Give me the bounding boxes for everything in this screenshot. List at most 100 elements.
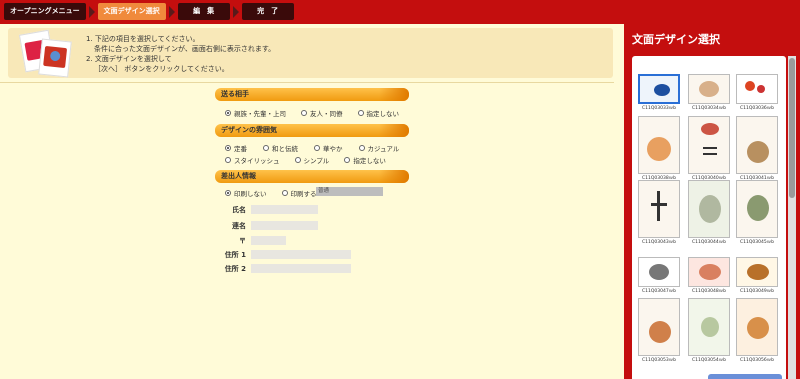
design-code: C11Q03033ｗb xyxy=(641,106,677,111)
divider xyxy=(0,82,614,83)
design-image xyxy=(638,116,680,174)
design-image xyxy=(688,116,730,174)
design-image xyxy=(736,74,778,104)
design-code: C11Q03053ｗb xyxy=(641,358,677,363)
radio-atmosphere-standard[interactable]: 定番 xyxy=(225,143,247,153)
radio-label: 華やか xyxy=(323,145,343,153)
instruction-line: ［次へ］ ボタンをクリックしてください。 xyxy=(94,65,229,73)
step-arrow xyxy=(232,5,239,18)
postcard-illustration xyxy=(18,29,72,78)
design-image xyxy=(736,116,778,174)
design-thumbnail[interactable]: C11Q03040ｗb xyxy=(688,116,730,181)
radio-dot xyxy=(358,145,365,151)
design-thumbnail[interactable]: C11Q03054ｗb xyxy=(688,298,730,363)
radio-atmosphere-japanese[interactable]: 和と伝統 xyxy=(263,143,298,153)
radio-atmosphere-gorgeous[interactable]: 華やか xyxy=(314,143,343,153)
radio-dot xyxy=(314,145,320,151)
radio-dot xyxy=(225,145,231,151)
design-image xyxy=(688,74,730,104)
radio-dot xyxy=(357,110,364,116)
panel-title: 文面デザイン選択 xyxy=(632,33,720,46)
design-thumbnail[interactable]: C11Q03056ｗb xyxy=(736,298,778,363)
radio-label: 指定しない xyxy=(353,157,386,165)
radio-recipient-unspecified[interactable]: 指定しない xyxy=(357,108,400,118)
address2-field[interactable] xyxy=(251,264,351,273)
radio-atmosphere-stylish[interactable]: スタイリッシュ xyxy=(225,155,280,165)
step-opening-menu[interactable]: オープニングメニュー xyxy=(4,3,86,20)
joint-name-field[interactable] xyxy=(251,221,318,230)
instruction-line: 2. 文面デザインを選択して xyxy=(86,55,172,63)
design-image xyxy=(736,298,778,356)
address1-label: 住所 1 xyxy=(224,251,246,259)
instruction-text: 1. 下記の項目を選択してください。 条件に合った文面デザインが、画面右側に表示… xyxy=(86,34,275,74)
radio-atmosphere-casual[interactable]: カジュアル xyxy=(358,143,400,153)
radio-dot xyxy=(294,157,301,163)
design-thumbnail[interactable]: C11Q03036ｗb xyxy=(736,60,778,111)
design-panel: 文面デザイン選択 C11Q03033ｗb C11Q03034ｗb C11Q030… xyxy=(624,24,800,379)
radio-label: 指定しない xyxy=(366,110,400,118)
design-code: C11Q03056ｗb xyxy=(739,358,775,363)
design-thumbnail[interactable]: C11Q03047ｗb xyxy=(638,243,680,294)
radio-dot xyxy=(301,110,307,116)
radio-dot xyxy=(263,145,269,151)
radio-recipient-relatives[interactable]: 親族・先輩・上司 xyxy=(225,108,286,118)
design-thumbnail[interactable]: C11Q03048ｗb xyxy=(688,243,730,294)
instruction-line: 条件に合った文面デザインが、画面右側に表示されます。 xyxy=(94,45,276,53)
zip-field[interactable] xyxy=(251,236,286,245)
design-image xyxy=(688,298,730,356)
breadcrumb: オープニングメニュー 文面デザイン選択 編 集 完 了 xyxy=(4,3,294,20)
recipient-options: 親族・先輩・上司 友人・同僚 指定しない xyxy=(225,108,414,118)
scrollbar-thumb[interactable] xyxy=(789,58,795,198)
design-thumbnail[interactable]: C11Q03049ｗb xyxy=(736,243,778,294)
design-image xyxy=(638,257,680,287)
atmosphere-options-row1: 定番 和と伝統 華やか カジュアル xyxy=(225,143,414,153)
design-thumbnail[interactable]: C11Q03038ｗb xyxy=(638,116,680,181)
design-thumbnail[interactable]: C11Q03044ｗb xyxy=(688,180,730,245)
design-image xyxy=(736,180,778,238)
step-edit[interactable]: 編 集 xyxy=(177,3,230,20)
radio-label: シンプル xyxy=(303,157,330,165)
radio-sender-print[interactable]: 印刷する xyxy=(281,188,317,198)
design-image xyxy=(688,180,730,238)
design-thumbnail[interactable]: C11Q03041ｗb xyxy=(736,116,778,181)
instruction-box: 1. 下記の項目を選択してください。 条件に合った文面デザインが、画面右側に表示… xyxy=(8,28,613,78)
print-style-select[interactable]: 普通 xyxy=(316,187,383,196)
step-design-select[interactable]: 文面デザイン選択 xyxy=(97,3,166,20)
design-thumbnail[interactable]: C11Q03034ｗb xyxy=(688,60,730,111)
next-button-edge[interactable] xyxy=(708,374,782,379)
design-code: C11Q03049ｗb xyxy=(739,289,775,294)
radio-dot xyxy=(225,110,231,116)
design-image xyxy=(736,257,778,287)
design-code: C11Q03054ｗb xyxy=(691,358,727,363)
radio-atmosphere-simple[interactable]: シンプル xyxy=(294,155,330,165)
radio-dot xyxy=(344,157,351,163)
design-thumbnail[interactable]: C11Q03043ｗb xyxy=(638,180,680,245)
section-header-atmosphere: デザインの雰囲気 xyxy=(215,124,409,137)
top-bar: オープニングメニュー 文面デザイン選択 編 集 完 了 xyxy=(0,0,800,24)
design-list: C11Q03033ｗb C11Q03034ｗb C11Q03036ｗb C11Q… xyxy=(632,56,786,379)
radio-recipient-friends[interactable]: 友人・同僚 xyxy=(301,108,343,118)
design-image xyxy=(638,180,680,238)
name-field[interactable] xyxy=(251,205,318,214)
instruction-line: 1. 下記の項目を選択してください。 xyxy=(86,35,200,43)
radio-label: 定番 xyxy=(234,145,247,153)
radio-sender-no-print[interactable]: 印刷しない xyxy=(225,188,267,198)
design-code: C11Q03047ｗb xyxy=(641,289,677,294)
atmosphere-options-row2: スタイリッシュ シンプル 指定しない xyxy=(225,155,401,165)
step-arrow xyxy=(168,5,175,18)
address1-field[interactable] xyxy=(251,250,351,259)
design-thumbnail[interactable]: C11Q03045ｗb xyxy=(736,180,778,245)
radio-atmosphere-unspecified[interactable]: 指定しない xyxy=(344,155,386,165)
step-complete[interactable]: 完 了 xyxy=(241,3,294,20)
design-code: C11Q03048ｗb xyxy=(691,289,727,294)
radio-dot xyxy=(281,190,288,196)
section-header-recipient: 送る相手 xyxy=(215,88,409,101)
radio-label: 和と伝統 xyxy=(272,145,298,153)
radio-label: カジュアル xyxy=(367,145,400,153)
design-list-scrollbar[interactable] xyxy=(788,56,796,379)
design-thumbnail[interactable]: C11Q03053ｗb xyxy=(638,298,680,363)
radio-label: スタイリッシュ xyxy=(234,157,280,165)
radio-label: 親族・先輩・上司 xyxy=(234,110,286,118)
design-thumbnail[interactable]: C11Q03033ｗb xyxy=(638,60,680,111)
zip-label: 〒 xyxy=(239,237,246,245)
